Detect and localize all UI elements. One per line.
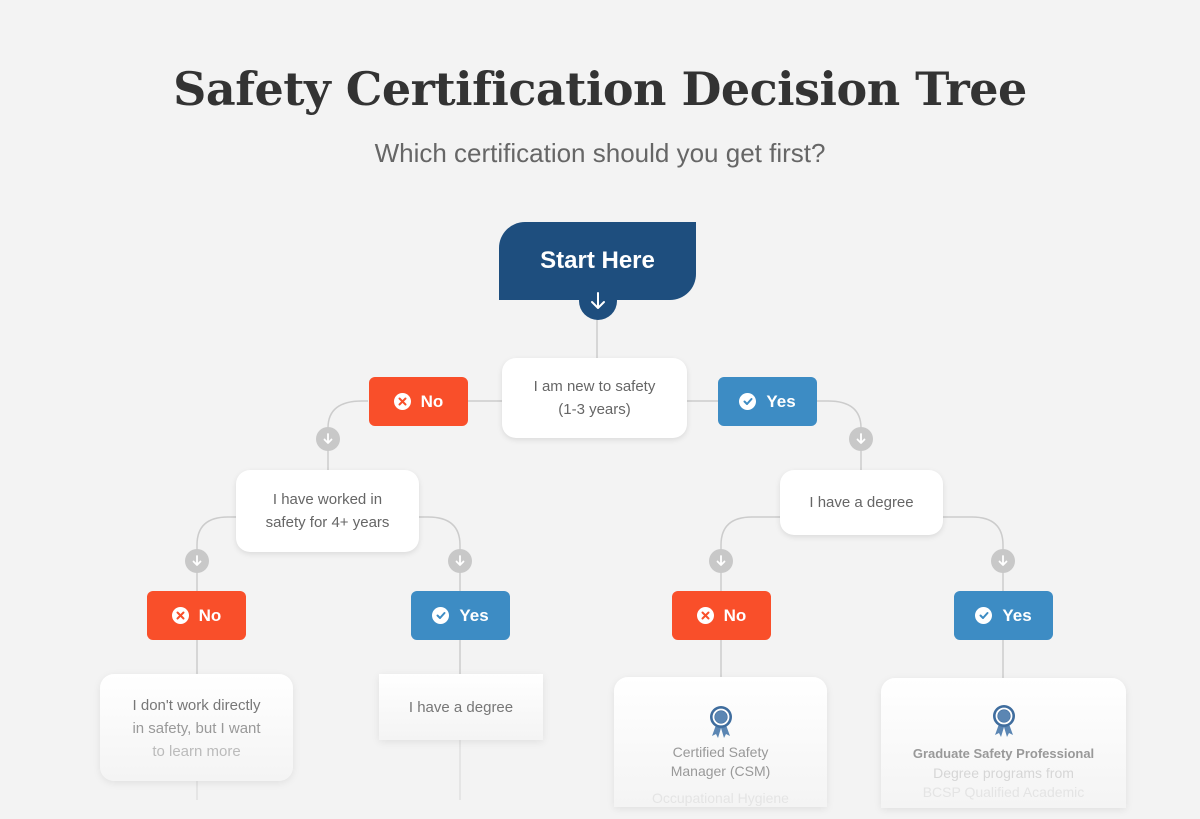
- arrow-down-icon: [579, 282, 617, 320]
- question-line-1: I have worked in: [272, 491, 383, 508]
- check-circle-icon: [975, 607, 993, 624]
- card-line-1: Degree programs from: [933, 765, 1074, 781]
- card-title: Graduate Safety Professional: [912, 746, 1095, 761]
- x-circle-icon: [696, 607, 714, 624]
- x-circle-icon: [393, 393, 411, 410]
- card-text: I have a degree: [408, 698, 514, 716]
- answer-no-button[interactable]: No: [369, 377, 468, 426]
- question-line-1: I am new to safety: [533, 378, 656, 395]
- answer-no-button[interactable]: No: [672, 591, 771, 640]
- card-line-2: Manager (CSM): [670, 763, 771, 779]
- answer-label: No: [723, 605, 747, 625]
- arrow-down-icon: [991, 549, 1015, 573]
- answer-yes-button[interactable]: Yes: [954, 591, 1053, 640]
- card-line-1: I don't work directly: [132, 697, 261, 714]
- check-circle-icon: [432, 607, 450, 624]
- card-line-3: to learn more: [152, 743, 241, 760]
- check-circle-icon: [739, 393, 757, 410]
- question-new-to-safety[interactable]: I am new to safety (1-3 years): [502, 358, 687, 438]
- answer-label: No: [198, 605, 222, 625]
- question-have-degree[interactable]: I have a degree: [780, 470, 943, 535]
- award-ribbon-icon: [991, 704, 1017, 738]
- answer-label: Yes: [1002, 605, 1032, 625]
- card-line-1: Certified Safety: [672, 744, 769, 760]
- card-learn-more[interactable]: I don't work directly in safety, but I w…: [100, 674, 293, 781]
- card-line-3: Occupational Hygiene: [652, 790, 789, 806]
- question-line-2: (1-3 years): [558, 401, 631, 418]
- award-ribbon-icon: [708, 705, 734, 739]
- card-graduate-safety-professional[interactable]: Graduate Safety Professional Degree prog…: [881, 678, 1126, 808]
- arrow-down-icon: [185, 549, 209, 573]
- answer-no-button[interactable]: No: [147, 591, 246, 640]
- card-csm-certification[interactable]: Certified Safety Manager (CSM) Occupatio…: [614, 677, 827, 807]
- arrow-down-icon: [316, 427, 340, 451]
- answer-label: Yes: [459, 605, 489, 625]
- card-have-degree[interactable]: I have a degree: [379, 674, 543, 740]
- answer-label: Yes: [766, 391, 796, 411]
- answer-yes-button[interactable]: Yes: [411, 591, 510, 640]
- question-worked-4-years[interactable]: I have worked in safety for 4+ years: [236, 470, 419, 552]
- card-line-2: BCSP Qualified Academic: [922, 784, 1085, 800]
- start-here-label: Start Here: [540, 247, 655, 274]
- arrow-down-icon: [448, 549, 472, 573]
- x-circle-icon: [171, 607, 189, 624]
- answer-yes-button[interactable]: Yes: [718, 377, 817, 426]
- question-line-2: safety for 4+ years: [265, 514, 390, 531]
- arrow-down-icon: [709, 549, 733, 573]
- card-line-2: in safety, but I want: [132, 720, 261, 737]
- question-text: I have a degree: [809, 494, 914, 511]
- answer-label: No: [420, 391, 444, 411]
- arrow-down-icon: [849, 427, 873, 451]
